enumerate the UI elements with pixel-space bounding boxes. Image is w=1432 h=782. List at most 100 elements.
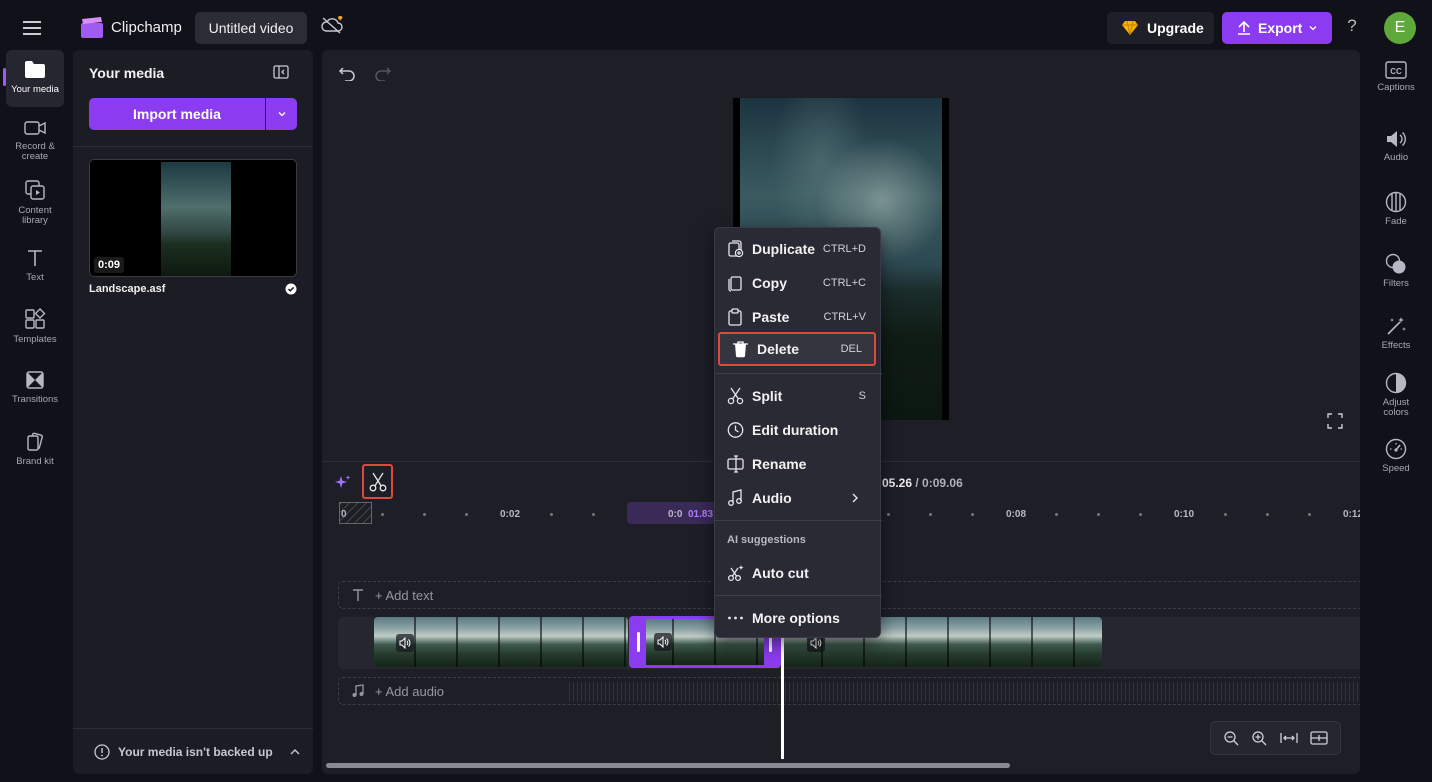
properties-item-audio[interactable]: Audio bbox=[1370, 129, 1422, 163]
sidebar-item-record-create[interactable]: Record & create bbox=[6, 119, 64, 162]
help-button[interactable]: ? bbox=[1342, 16, 1362, 36]
sidebar-item-label: Your media bbox=[11, 84, 59, 95]
speaker-icon bbox=[1387, 131, 1406, 147]
text-icon bbox=[353, 589, 363, 601]
menu-item-split[interactable]: Split S bbox=[715, 379, 882, 413]
menu-item-label: More options bbox=[752, 610, 840, 626]
cloud-sync-icon[interactable] bbox=[320, 14, 346, 36]
transitions-icon bbox=[26, 371, 44, 389]
zoom-out-icon[interactable] bbox=[1223, 730, 1239, 746]
check-icon bbox=[285, 283, 297, 295]
zoom-in-icon[interactable] bbox=[1251, 730, 1267, 746]
properties-item-speed[interactable]: Speed bbox=[1370, 438, 1422, 474]
redo-icon[interactable] bbox=[374, 65, 392, 81]
import-dropdown-button[interactable] bbox=[266, 98, 297, 130]
shortcut-label: CTRL+C bbox=[822, 277, 866, 289]
fit-to-screen-icon[interactable] bbox=[1279, 731, 1298, 745]
sidebar-item-your-media[interactable]: Your media bbox=[6, 50, 64, 107]
auto-cut-icon bbox=[727, 565, 744, 582]
properties-item-filters[interactable]: Filters bbox=[1370, 253, 1422, 289]
ruler-label: 0 bbox=[341, 509, 347, 520]
camera-icon bbox=[24, 121, 46, 135]
ruler-tick bbox=[1139, 513, 1142, 516]
menu-item-label: Duplicate bbox=[752, 241, 816, 257]
app-name: Clipchamp bbox=[111, 19, 182, 36]
menu-item-auto-cut[interactable]: Auto cut bbox=[715, 556, 882, 590]
horizontal-scrollbar[interactable] bbox=[326, 763, 1010, 768]
properties-item-captions[interactable]: CC Captions bbox=[1370, 61, 1422, 93]
ruler-tick bbox=[1266, 513, 1269, 516]
collapse-panel-icon[interactable] bbox=[273, 65, 289, 79]
scissors-icon bbox=[727, 387, 744, 405]
volume-icon[interactable] bbox=[654, 633, 672, 651]
chevron-down-icon bbox=[1309, 26, 1317, 31]
captions-icon: CC bbox=[1385, 61, 1407, 79]
menu-divider bbox=[715, 595, 882, 596]
clip-trim-handle-left[interactable] bbox=[632, 619, 646, 665]
brand-kit-icon bbox=[27, 432, 44, 451]
ruler-current-time: 01.83 bbox=[688, 509, 714, 520]
properties-item-label: Adjust colors bbox=[1382, 397, 1410, 418]
sidebar-item-transitions[interactable]: Transitions bbox=[6, 370, 64, 405]
menu-item-audio[interactable]: Audio bbox=[715, 481, 882, 515]
export-button[interactable]: Export bbox=[1222, 12, 1332, 44]
sidebar-item-label: Text bbox=[26, 272, 44, 283]
properties-item-effects[interactable]: Effects bbox=[1370, 315, 1422, 351]
sidebar-item-content-library[interactable]: Content library bbox=[6, 179, 64, 226]
upgrade-button[interactable]: Upgrade bbox=[1107, 12, 1214, 44]
add-audio-track[interactable]: + Add audio bbox=[338, 677, 1360, 705]
properties-item-label: Fade bbox=[1385, 216, 1407, 227]
properties-item-label: Effects bbox=[1381, 340, 1411, 351]
sidebar-item-label: Record & create bbox=[15, 141, 55, 162]
menu-icon[interactable] bbox=[14, 14, 50, 42]
menu-item-label: Auto cut bbox=[752, 565, 809, 581]
avatar[interactable]: E bbox=[1384, 12, 1416, 44]
fade-icon bbox=[1385, 191, 1407, 213]
library-icon bbox=[25, 180, 45, 200]
menu-item-rename[interactable]: Rename bbox=[715, 447, 882, 481]
menu-item-label: Rename bbox=[752, 456, 807, 472]
chevron-right-icon bbox=[852, 493, 858, 503]
video-clip[interactable] bbox=[374, 617, 628, 667]
ruler-label: 0:10 bbox=[1174, 509, 1195, 520]
properties-item-fade[interactable]: Fade bbox=[1370, 191, 1422, 227]
divider bbox=[73, 146, 313, 147]
ruler-tick bbox=[887, 513, 890, 516]
ai-suggestions-label: AI suggestions bbox=[727, 534, 806, 546]
svg-text:CC: CC bbox=[1390, 67, 1402, 76]
add-audio-label: + Add audio bbox=[375, 683, 445, 699]
menu-item-edit-duration[interactable]: Edit duration bbox=[715, 413, 882, 447]
ruler-label: 0:12 bbox=[1343, 509, 1360, 520]
current-time: 05.26 bbox=[882, 476, 913, 490]
properties-item-label: Audio bbox=[1383, 152, 1409, 163]
fullscreen-icon[interactable] bbox=[1327, 413, 1343, 429]
properties-item-label: Speed bbox=[1382, 463, 1410, 474]
project-title[interactable]: Untitled video bbox=[195, 12, 307, 44]
import-media-button[interactable]: Import media bbox=[89, 98, 265, 130]
sidebar-item-text[interactable]: Text bbox=[6, 248, 64, 283]
media-filename: Landscape.asf bbox=[89, 283, 166, 295]
timeline-view-icon[interactable] bbox=[1310, 731, 1328, 745]
menu-item-copy[interactable]: Copy CTRL+C bbox=[715, 266, 882, 300]
sidebar-item-brand-kit[interactable]: Brand kit bbox=[6, 432, 64, 467]
playhead[interactable] bbox=[781, 617, 784, 759]
more-icon bbox=[728, 616, 743, 620]
undo-icon[interactable] bbox=[338, 65, 356, 81]
music-note-icon bbox=[352, 684, 364, 697]
properties-item-adjust-colors[interactable]: Adjust colors bbox=[1370, 372, 1422, 418]
menu-item-paste[interactable]: Paste CTRL+V bbox=[715, 300, 882, 334]
sidebar-item-label: Brand kit bbox=[16, 456, 54, 467]
sidebar-item-label: Templates bbox=[13, 334, 57, 345]
sidebar-item-templates[interactable]: Templates bbox=[6, 308, 64, 345]
volume-icon[interactable] bbox=[396, 634, 414, 652]
backup-notice[interactable]: Your media isn't backed up bbox=[73, 728, 313, 774]
split-button[interactable] bbox=[362, 464, 393, 499]
ai-sparkle-icon[interactable] bbox=[335, 474, 351, 490]
scissors-icon bbox=[369, 472, 386, 491]
menu-item-more-options[interactable]: More options bbox=[715, 601, 882, 635]
menu-item-duplicate[interactable]: Duplicate CTRL+D bbox=[715, 232, 882, 266]
media-thumbnail[interactable]: 0:09 bbox=[89, 159, 297, 277]
music-note-icon bbox=[728, 489, 742, 506]
adjust-colors-icon bbox=[1385, 372, 1407, 394]
menu-item-delete[interactable]: Delete DEL bbox=[718, 332, 876, 366]
